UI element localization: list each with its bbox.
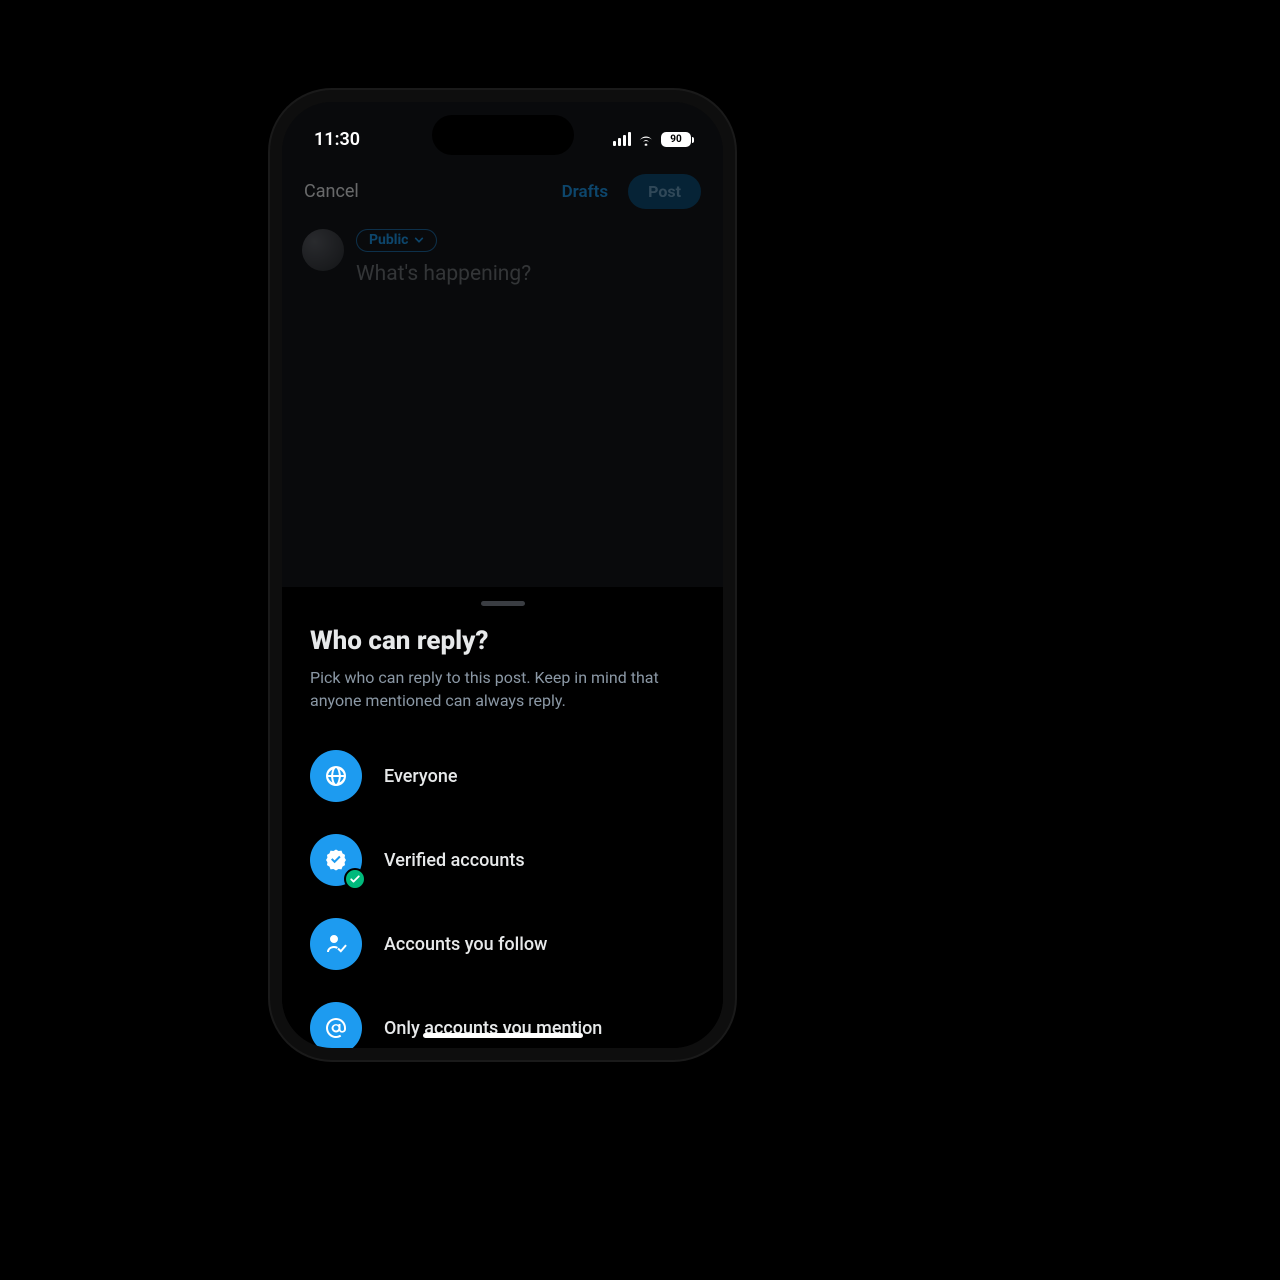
chevron-down-icon [414, 235, 424, 245]
reply-option-everyone[interactable]: Everyone [310, 734, 695, 818]
audience-label: Public [369, 232, 408, 248]
compose-placeholder[interactable]: What's happening? [356, 262, 703, 286]
status-right: 90 [613, 132, 691, 147]
reply-sheet: Who can reply? Pick who can reply to thi… [282, 587, 723, 1048]
drafts-button[interactable]: Drafts [562, 182, 609, 202]
dynamic-island [433, 116, 573, 154]
sheet-grabber[interactable] [481, 601, 525, 606]
cellular-icon [613, 132, 631, 146]
option-label: Accounts you follow [384, 934, 547, 955]
wifi-icon [637, 132, 655, 146]
sheet-subtitle: Pick who can reply to this post. Keep in… [310, 666, 670, 712]
post-button[interactable]: Post [628, 174, 701, 209]
cancel-button[interactable]: Cancel [304, 181, 359, 202]
reply-option-verified[interactable]: Verified accounts [310, 818, 695, 902]
compose-body: Public What's happening? [282, 223, 723, 292]
compose-nav: Cancel Drafts Post [282, 166, 723, 223]
option-label: Everyone [384, 766, 457, 787]
option-label: Verified accounts [384, 850, 525, 871]
globe-icon [310, 750, 362, 802]
selected-check-icon [344, 868, 366, 890]
at-icon [310, 1002, 362, 1048]
avatar [302, 229, 344, 271]
phone-frame: 11:30 90 Cancel Drafts Post [270, 90, 735, 1060]
audience-chip[interactable]: Public [356, 229, 437, 252]
stage: 11:30 90 Cancel Drafts Post [0, 0, 1280, 1280]
phone-screen: 11:30 90 Cancel Drafts Post [282, 102, 723, 1048]
reply-option-mentioned[interactable]: Only accounts you mention [310, 986, 695, 1048]
verified-icon [310, 834, 362, 886]
status-time: 11:30 [314, 129, 360, 150]
home-indicator[interactable] [423, 1033, 583, 1038]
reply-option-following[interactable]: Accounts you follow [310, 902, 695, 986]
compose-layer: Cancel Drafts Post Public [282, 102, 723, 587]
battery-icon: 90 [661, 132, 691, 147]
sheet-title: Who can reply? [310, 626, 695, 656]
user-check-icon [310, 918, 362, 970]
